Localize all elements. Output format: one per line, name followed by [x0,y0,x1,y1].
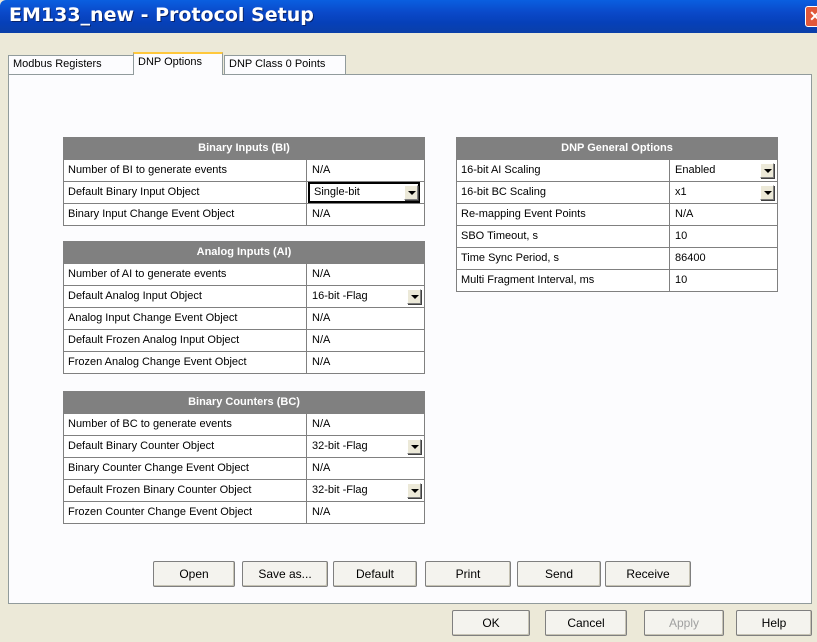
frozen-ai-change-field[interactable]: N/A [308,352,425,373]
table-row: 16-bit AI Scaling Enabled [457,159,777,181]
general-options-header: DNP General Options [457,138,777,159]
row-label: Multi Fragment Interval, ms [457,270,670,291]
table-row: Number of BC to generate events N/A [64,413,424,435]
row-label: SBO Timeout, s [457,226,670,247]
chevron-down-icon[interactable] [407,483,421,498]
table-row: SBO Timeout, s 10 [457,225,777,247]
row-label: Default Binary Counter Object [64,436,307,457]
row-label: Re-mapping Event Points [457,204,670,225]
table-row: Default Frozen Analog Input Object N/A [64,329,424,351]
chevron-down-icon[interactable] [760,163,774,178]
time-sync-field[interactable]: 86400 [671,248,778,269]
print-button[interactable]: Print [425,561,511,587]
table-row: Default Frozen Binary Counter Object 32-… [64,479,424,501]
receive-button[interactable]: Receive [605,561,691,587]
apply-button[interactable]: Apply [644,610,724,636]
table-row: Re-mapping Event Points N/A [457,203,777,225]
binary-inputs-table: Binary Inputs (BI) Number of BI to gener… [63,137,425,226]
row-label: Default Frozen Analog Input Object [64,330,307,351]
table-row: Default Analog Input Object 16-bit -Flag [64,285,424,307]
analog-inputs-header: Analog Inputs (AI) [64,242,424,263]
row-label: Binary Counter Change Event Object [64,458,307,479]
chevron-down-icon[interactable] [407,289,421,304]
row-label: Binary Input Change Event Object [64,204,307,225]
bc-change-event-field[interactable]: N/A [308,458,425,479]
row-label: Number of BI to generate events [64,160,307,181]
sbo-timeout-field[interactable]: 10 [671,226,778,247]
dnp-options-panel: Binary Inputs (BI) Number of BI to gener… [8,74,812,604]
binary-inputs-header: Binary Inputs (BI) [64,138,424,159]
row-label: Default Analog Input Object [64,286,307,307]
default-button[interactable]: Default [333,561,417,587]
cancel-button[interactable]: Cancel [545,610,627,636]
row-label: Default Binary Input Object [64,182,307,203]
bi-events-field[interactable]: N/A [308,160,425,181]
frozen-ai-object-field[interactable]: N/A [308,330,425,351]
ai-events-field[interactable]: N/A [308,264,425,285]
tab-dnp-options[interactable]: DNP Options [133,52,223,75]
row-label: Default Frozen Binary Counter Object [64,480,307,501]
row-label: Number of AI to generate events [64,264,307,285]
tab-dnp-class-0-points[interactable]: DNP Class 0 Points [224,55,346,74]
table-row: Time Sync Period, s 86400 [457,247,777,269]
table-row: Number of AI to generate events N/A [64,263,424,285]
dnp-general-options-table: DNP General Options 16-bit AI Scaling En… [456,137,778,292]
remapping-field[interactable]: N/A [671,204,778,225]
row-label: Time Sync Period, s [457,248,670,269]
binary-counters-table: Binary Counters (BC) Number of BC to gen… [63,391,425,524]
binary-counters-header: Binary Counters (BC) [64,392,424,413]
tab-strip: Modbus Registers DNP Options DNP Class 0… [8,52,808,75]
ok-button[interactable]: OK [452,610,530,636]
row-label: Frozen Counter Change Event Object [64,502,307,523]
close-button[interactable]: ✕ [805,6,817,27]
table-row: Number of BI to generate events N/A [64,159,424,181]
analog-inputs-table: Analog Inputs (AI) Number of AI to gener… [63,241,425,374]
chevron-down-icon[interactable] [404,185,418,200]
table-row: Binary Counter Change Event Object N/A [64,457,424,479]
row-label: Frozen Analog Change Event Object [64,352,307,373]
table-row: Binary Input Change Event Object N/A [64,203,424,225]
open-button[interactable]: Open [153,561,235,587]
help-button[interactable]: Help [736,610,812,636]
table-row: Analog Input Change Event Object N/A [64,307,424,329]
row-label: 16-bit AI Scaling [457,160,670,181]
chevron-down-icon[interactable] [760,185,774,200]
bi-change-event-field[interactable]: N/A [308,204,425,225]
ai-change-event-field[interactable]: N/A [308,308,425,329]
save-as-button[interactable]: Save as... [242,561,328,587]
row-label: 16-bit BC Scaling [457,182,670,203]
table-row: Multi Fragment Interval, ms 10 [457,269,777,291]
window-title: EM133_new - Protocol Setup [9,4,314,26]
table-row: Frozen Analog Change Event Object N/A [64,351,424,373]
bc-events-field[interactable]: N/A [308,414,425,435]
table-row: Default Binary Counter Object 32-bit -Fl… [64,435,424,457]
title-bar: EM133_new - Protocol Setup ✕ [0,0,817,33]
table-row: 16-bit BC Scaling x1 [457,181,777,203]
table-row: Frozen Counter Change Event Object N/A [64,501,424,523]
frozen-bc-change-field[interactable]: N/A [308,502,425,523]
row-label: Number of BC to generate events [64,414,307,435]
send-button[interactable]: Send [517,561,601,587]
dialog-button-bar: OK Cancel Apply Help [0,604,817,642]
tab-modbus-registers[interactable]: Modbus Registers [8,55,134,74]
table-row: Default Binary Input Object Single-bit [64,181,424,203]
multi-fragment-field[interactable]: 10 [671,270,778,291]
row-label: Analog Input Change Event Object [64,308,307,329]
chevron-down-icon[interactable] [407,439,421,454]
